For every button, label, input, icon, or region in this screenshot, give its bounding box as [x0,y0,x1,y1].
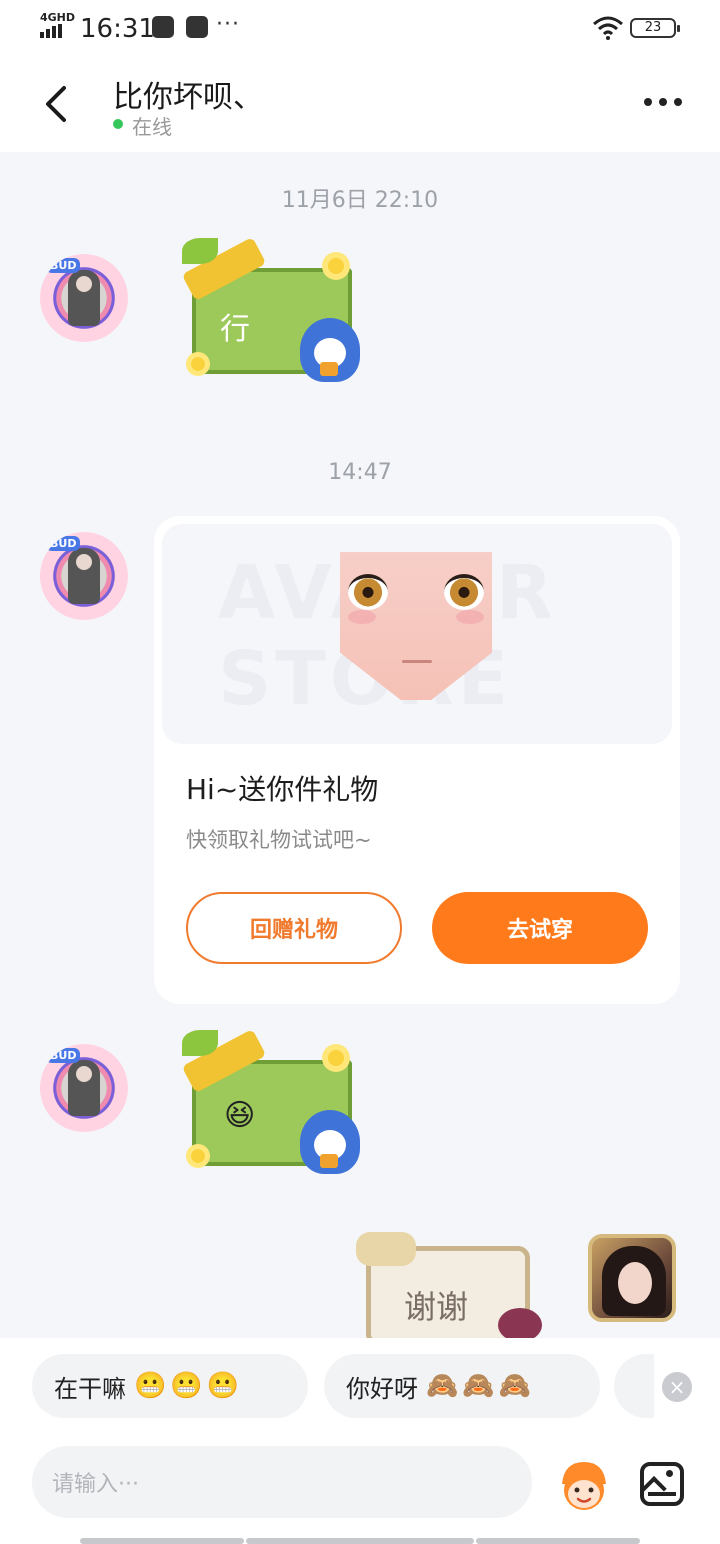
nav-bar-segment [246,1538,474,1544]
contact-name[interactable]: 比你坏呗、 [113,72,263,116]
contact-avatar[interactable]: BUD [40,254,128,342]
battery-icon: 23 [630,18,680,38]
monkey-emoji-icon: 🙈🙈🙈 [426,1371,536,1401]
grinning-emoji-icon: 😆 [224,1098,256,1133]
blue-cat-icon [300,318,360,382]
quick-reply-text: 你好呀 [346,1374,418,1403]
nav-bar-segment [476,1538,640,1544]
quick-reply-chip[interactable] [614,1354,654,1418]
quick-reply-chip[interactable]: 你好呀 🙈🙈🙈 [324,1354,600,1418]
flower-icon [322,1044,350,1072]
back-icon[interactable] [38,82,78,126]
online-status: 在线 [132,115,172,139]
sticker-message[interactable]: 行 [176,236,386,400]
blue-cat-icon [300,1110,360,1174]
my-avatar[interactable] [588,1234,676,1322]
sticker-text: 行 [220,312,250,347]
emoji-button-icon[interactable] [554,1458,614,1514]
decoration-icon [356,1232,416,1266]
sticker-message[interactable]: 😆 [176,1028,386,1192]
flower-icon [186,352,210,376]
signal-icon [40,24,62,38]
gift-preview-image: AVATAR STORE [162,524,672,744]
status-time: 16:31 [80,14,155,44]
nav-bar-segment [80,1538,244,1544]
grimace-emoji-icon: 😬😬😬 [134,1371,244,1401]
close-icon[interactable]: × [662,1372,692,1402]
return-gift-button[interactable]: 回赠礼物 [186,892,402,964]
network-type: 4GHD [40,11,76,24]
input-panel: 在干嘛 😬😬😬 你好呀 🙈🙈🙈 × 请输入··· [0,1338,720,1544]
gift-subtitle: 快领取礼物试试吧~ [186,828,372,852]
contact-avatar[interactable]: BUD [40,1044,128,1132]
timestamp: 14:47 [328,460,392,485]
image-picker-icon[interactable] [640,1462,684,1506]
gift-card[interactable]: AVATAR STORE Hi~送你件礼物 快领取礼物试试吧~ 回赠礼物 去试穿 [154,516,680,1004]
status-bar: 4GHD 16:31 ··· 23 [0,0,720,56]
gift-title: Hi~送你件礼物 [186,773,379,806]
decoration-icon [498,1308,542,1342]
timestamp: 11月6日 22:10 [281,188,439,213]
vivo-app-icon [152,16,174,38]
chat-header: 比你坏呗、 在线 [0,56,720,152]
more-notifications-icon: ··· [216,12,240,37]
quick-reply-text: 在干嘛 [54,1374,126,1403]
sim-card-icon [186,16,208,38]
more-options-icon[interactable] [644,98,682,106]
wifi-icon [593,16,623,40]
flower-icon [322,252,350,280]
sticker-text: 谢谢 [404,1288,469,1326]
online-dot-icon [113,119,123,129]
message-input[interactable]: 请输入··· [32,1446,532,1518]
try-on-button[interactable]: 去试穿 [432,892,648,964]
contact-avatar[interactable]: BUD [40,532,128,620]
sticker-message[interactable]: 谢谢 [356,1232,546,1346]
quick-reply-chip[interactable]: 在干嘛 😬😬😬 [32,1354,308,1418]
flower-icon [186,1144,210,1168]
